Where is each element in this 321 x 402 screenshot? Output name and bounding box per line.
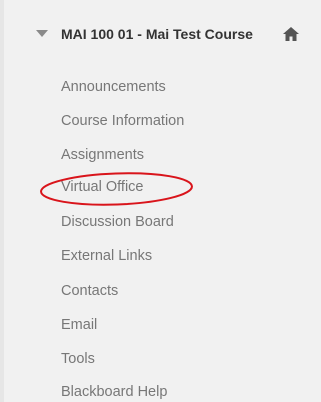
course-menu-list: Announcements Course Information Assignm… bbox=[4, 0, 321, 402]
menu-item-discussion-board[interactable]: Discussion Board bbox=[61, 213, 174, 231]
menu-item-announcements[interactable]: Announcements bbox=[61, 78, 166, 96]
menu-item-course-information[interactable]: Course Information bbox=[61, 112, 184, 130]
menu-item-external-links[interactable]: External Links bbox=[61, 247, 152, 265]
menu-item-virtual-office[interactable]: Virtual Office bbox=[61, 178, 143, 196]
menu-item-email[interactable]: Email bbox=[61, 316, 97, 334]
menu-item-blackboard-help[interactable]: Blackboard Help bbox=[61, 383, 167, 401]
course-menu-panel: MAI 100 01 - Mai Test Course Announcemen… bbox=[0, 0, 321, 402]
menu-item-contacts[interactable]: Contacts bbox=[61, 282, 118, 300]
menu-item-tools[interactable]: Tools bbox=[61, 350, 95, 368]
menu-item-assignments[interactable]: Assignments bbox=[61, 146, 144, 164]
